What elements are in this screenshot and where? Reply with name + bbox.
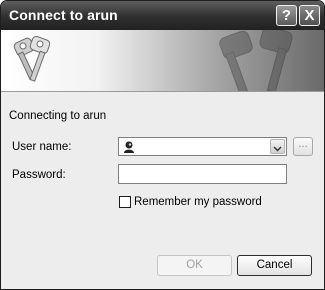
window-title: Connect to arun [9, 7, 118, 23]
username-dropdown-button[interactable] [270, 139, 285, 154]
remember-password-checkbox[interactable] [119, 196, 131, 208]
ok-button[interactable]: OK [157, 255, 232, 276]
browse-users-button[interactable]: ... [293, 137, 313, 156]
dialog-banner [1, 30, 324, 91]
username-label: User name: [12, 141, 72, 153]
close-button[interactable]: X [299, 5, 320, 26]
chevron-down-icon [273, 146, 282, 152]
username-combobox[interactable] [118, 137, 287, 156]
user-icon [124, 141, 134, 153]
cancel-button[interactable]: Cancel [237, 255, 312, 276]
connect-dialog: Connect to arun ? X Connecting to arun U… [0, 0, 325, 290]
remember-password-label[interactable]: Remember my password [134, 196, 262, 208]
help-button[interactable]: ? [276, 5, 297, 26]
connecting-text: Connecting to arun [9, 110, 107, 122]
password-label: Password: [12, 169, 66, 181]
keys-icon [13, 35, 51, 82]
keys-watermark-icon [219, 30, 293, 91]
password-field[interactable] [118, 164, 287, 184]
title-bar[interactable]: Connect to arun ? X [1, 1, 324, 30]
